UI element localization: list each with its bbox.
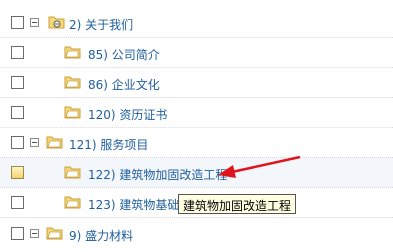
folder-icon (64, 106, 81, 119)
tree-row-shengli-materials[interactable]: 9) 盛力材料 (0, 219, 393, 249)
folder-icon (46, 136, 63, 149)
row-checkbox[interactable] (11, 227, 24, 240)
folder-icon (64, 166, 81, 179)
collapse-toggle-icon[interactable] (30, 18, 39, 27)
tree-row-label[interactable]: 85) 公司简介 (88, 46, 160, 63)
row-checkbox[interactable] (11, 196, 24, 209)
tooltip: 建筑物加固改造工程 (178, 194, 297, 214)
tree-row-certificates[interactable]: 120) 资历证书 (0, 98, 393, 128)
row-checkbox[interactable] (11, 106, 24, 119)
folder-link-icon (48, 16, 65, 29)
tree-row-about-us[interactable]: 2) 关于我们 (0, 8, 393, 38)
tree-row-corporate-culture[interactable]: 86) 企业文化 (0, 68, 393, 98)
tree-row-label[interactable]: 120) 资历证书 (88, 106, 167, 123)
row-checkbox[interactable] (11, 76, 24, 89)
tree-row-label[interactable]: 86) 企业文化 (88, 76, 160, 93)
collapse-toggle-icon[interactable] (30, 229, 39, 238)
folder-icon (64, 76, 81, 89)
row-checkbox[interactable] (11, 136, 24, 149)
tree-row-label[interactable]: 9) 盛力材料 (69, 227, 133, 244)
tree-row-company-intro[interactable]: 85) 公司简介 (0, 38, 393, 68)
folder-icon (46, 227, 63, 240)
row-checkbox[interactable] (11, 46, 24, 59)
row-checkbox[interactable] (11, 166, 24, 179)
collapse-toggle-icon[interactable] (30, 138, 39, 147)
row-checkbox[interactable] (11, 16, 24, 29)
tree-row-label[interactable]: 122) 建筑物加固改造工程 (88, 166, 227, 183)
tree-row-label[interactable]: 123) 建筑物基础 (88, 196, 179, 213)
tree-row-label[interactable]: 2) 关于我们 (69, 16, 133, 33)
tree-row-building-reinforcement[interactable]: 122) 建筑物加固改造工程 (0, 158, 393, 188)
folder-icon (64, 46, 81, 59)
folder-icon (64, 196, 81, 209)
tree-row-services[interactable]: 121) 服务项目 (0, 128, 393, 158)
tree-row-label[interactable]: 121) 服务项目 (69, 136, 148, 153)
